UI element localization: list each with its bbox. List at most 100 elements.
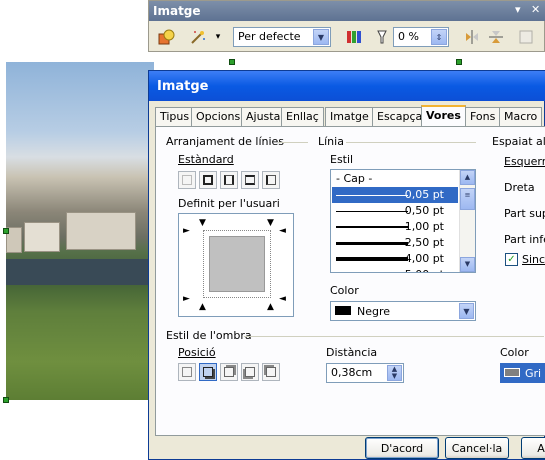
selected-image[interactable]	[6, 62, 154, 400]
line-style-sample	[336, 226, 408, 228]
transparency-icon	[371, 26, 393, 48]
line-style-scrollbar[interactable]: ▲ ≡ ▼	[459, 170, 475, 272]
tab-vores[interactable]: Vores	[421, 105, 466, 127]
ok-button[interactable]: D'acord	[365, 437, 439, 459]
image-building	[66, 212, 136, 250]
arrow-down-icon: ▼	[199, 218, 206, 228]
line-style-item[interactable]: 0,05 pt	[332, 187, 458, 203]
shadow-color-select[interactable]: Gri	[500, 363, 545, 383]
shadow-distance-label: Distància	[326, 346, 378, 359]
toolbar-title: Imatge ▾ ✕	[149, 1, 545, 21]
help-button[interactable]: A	[521, 437, 545, 459]
spacing-right-label: Dreta	[504, 181, 535, 194]
line-style-item[interactable]: - Cap -	[332, 171, 458, 187]
line-style-sample	[336, 195, 408, 196]
chevron-down-icon[interactable]: ▼	[459, 303, 474, 319]
line-style-item[interactable]: 5,00 pt	[332, 267, 458, 272]
preset-box-inner-button[interactable]	[241, 171, 259, 189]
scroll-down-icon[interactable]: ▼	[460, 257, 475, 272]
line-style-label: - Cap -	[336, 172, 373, 185]
spacing-left-label: Esquerra	[504, 155, 545, 168]
shadow-bottom-right-button[interactable]	[199, 363, 217, 381]
line-style-label: 0,05 pt	[404, 188, 444, 201]
shadow-top-right-button[interactable]	[220, 363, 238, 381]
flip-vertical-icon[interactable]	[461, 26, 483, 48]
tab-ajusta[interactable]: Ajusta	[241, 107, 286, 126]
preset-left-right-button[interactable]	[262, 171, 280, 189]
sync-checkbox[interactable]: ✓	[505, 253, 518, 266]
spacing-top-label: Part sup	[504, 207, 545, 220]
preview-box	[209, 236, 265, 292]
user-defined-label: Definit per l'usuari	[178, 197, 280, 210]
resize-handle[interactable]	[3, 397, 9, 403]
line-style-label: 4,00 pt	[404, 252, 444, 265]
shadow-position-label: Posició	[178, 346, 216, 359]
preset-box-shadow-button[interactable]	[220, 171, 238, 189]
scroll-thumb[interactable]: ≡	[460, 188, 475, 210]
line-style-item[interactable]: 2,50 pt	[332, 235, 458, 251]
line-style-label: 0,50 pt	[404, 204, 444, 217]
line-style-sample	[336, 242, 408, 245]
line-style-list[interactable]: 5,00 pt 4,00 pt 2,50 pt 1,00 pt 0,50 pt 0,05 …	[330, 169, 476, 273]
toolbar-menu-icon[interactable]: ▾	[515, 3, 521, 16]
line-style-label: 2,50 pt	[404, 236, 444, 249]
image-river	[6, 259, 154, 285]
arrow-left-icon: ◄	[279, 226, 286, 236]
chevron-down-icon[interactable]: ▼	[313, 29, 329, 45]
arrow-down-icon: ▼	[267, 218, 274, 228]
transparency-field[interactable]: 0 % ⇕	[393, 27, 449, 47]
tab-fons[interactable]: Fons	[465, 107, 501, 126]
shadow-top-left-button[interactable]	[262, 363, 280, 381]
filter-dropdown-icon[interactable]: ▾	[207, 26, 229, 48]
line-style-item[interactable]: 4,00 pt	[332, 251, 458, 267]
shadow-color-label: Color	[500, 346, 529, 359]
image-properties-icon[interactable]	[515, 26, 537, 48]
preset-box-button[interactable]	[199, 171, 217, 189]
shadow-heading: Estil de l'ombra	[166, 329, 252, 342]
line-style-item[interactable]: 1,00 pt	[332, 219, 458, 235]
resize-handle[interactable]	[229, 59, 235, 65]
filter-icon[interactable]	[187, 26, 209, 48]
spin-icon[interactable]: ▲ ▼	[387, 365, 402, 381]
spacing-heading: Espaiat al c	[492, 135, 545, 148]
color-icon[interactable]	[343, 26, 365, 48]
scroll-up-icon[interactable]: ▲	[460, 170, 475, 185]
arrow-left-icon: ◄	[279, 294, 286, 304]
shadow-distance-value: 0,38cm	[331, 366, 373, 379]
spin-icon[interactable]: ⇕	[431, 29, 447, 45]
tab-macro[interactable]: Macro	[499, 107, 543, 126]
line-style-item[interactable]: 0,50 pt	[332, 203, 458, 219]
line-color-select[interactable]: Negre ▼	[330, 301, 476, 321]
line-arrangement-heading: Arranjament de línies	[166, 135, 285, 148]
flip-horizontal-icon[interactable]	[485, 26, 507, 48]
tab-escapca[interactable]: Escapça	[372, 107, 428, 126]
border-preview[interactable]: ▼ ▼ ► ◄ ► ◄ ▲ ▲	[178, 213, 294, 317]
graphics-mode-select[interactable]: Per defecte ▼	[233, 27, 331, 47]
divider	[244, 336, 544, 337]
tab-enllac[interactable]: Enllaç	[281, 107, 324, 126]
graphics-mode-value: Per defecte	[238, 30, 301, 43]
shadow-color-value: Gri	[525, 367, 542, 380]
toolbar-title-text: Imatge	[153, 4, 201, 18]
image-dialog: Imatge Tipus Opcions Ajusta Enllaç Imatg…	[148, 70, 545, 460]
line-style-label: 5,00 pt	[405, 268, 444, 272]
resize-handle[interactable]	[3, 228, 9, 234]
tab-imatge[interactable]: Imatge	[325, 107, 374, 126]
cancel-button[interactable]: Cancel·la	[445, 437, 509, 459]
shadow-none-button[interactable]	[178, 363, 196, 381]
transparency-value: 0 %	[398, 30, 419, 43]
divider	[278, 142, 308, 143]
line-color-value: Negre	[357, 305, 391, 318]
insert-image-icon[interactable]	[155, 26, 177, 48]
shadow-distance-field[interactable]: 0,38cm ▲ ▼	[326, 363, 404, 383]
tab-tipus[interactable]: Tipus	[155, 107, 195, 126]
toolbar-close-icon[interactable]: ✕	[531, 3, 540, 16]
dialog-title: Imatge	[149, 71, 545, 101]
resize-handle[interactable]	[456, 59, 462, 65]
preset-none-button[interactable]	[178, 171, 196, 189]
shadow-bottom-left-button[interactable]	[241, 363, 259, 381]
borders-panel: Arranjament de línies Estàndard Definit …	[155, 126, 545, 436]
tab-opcions[interactable]: Opcions	[191, 107, 246, 126]
line-color-swatch	[335, 306, 351, 315]
image-toolbar: Imatge ▾ ✕ ▾ Per defecte ▼ 0 % ⇕	[148, 0, 545, 52]
